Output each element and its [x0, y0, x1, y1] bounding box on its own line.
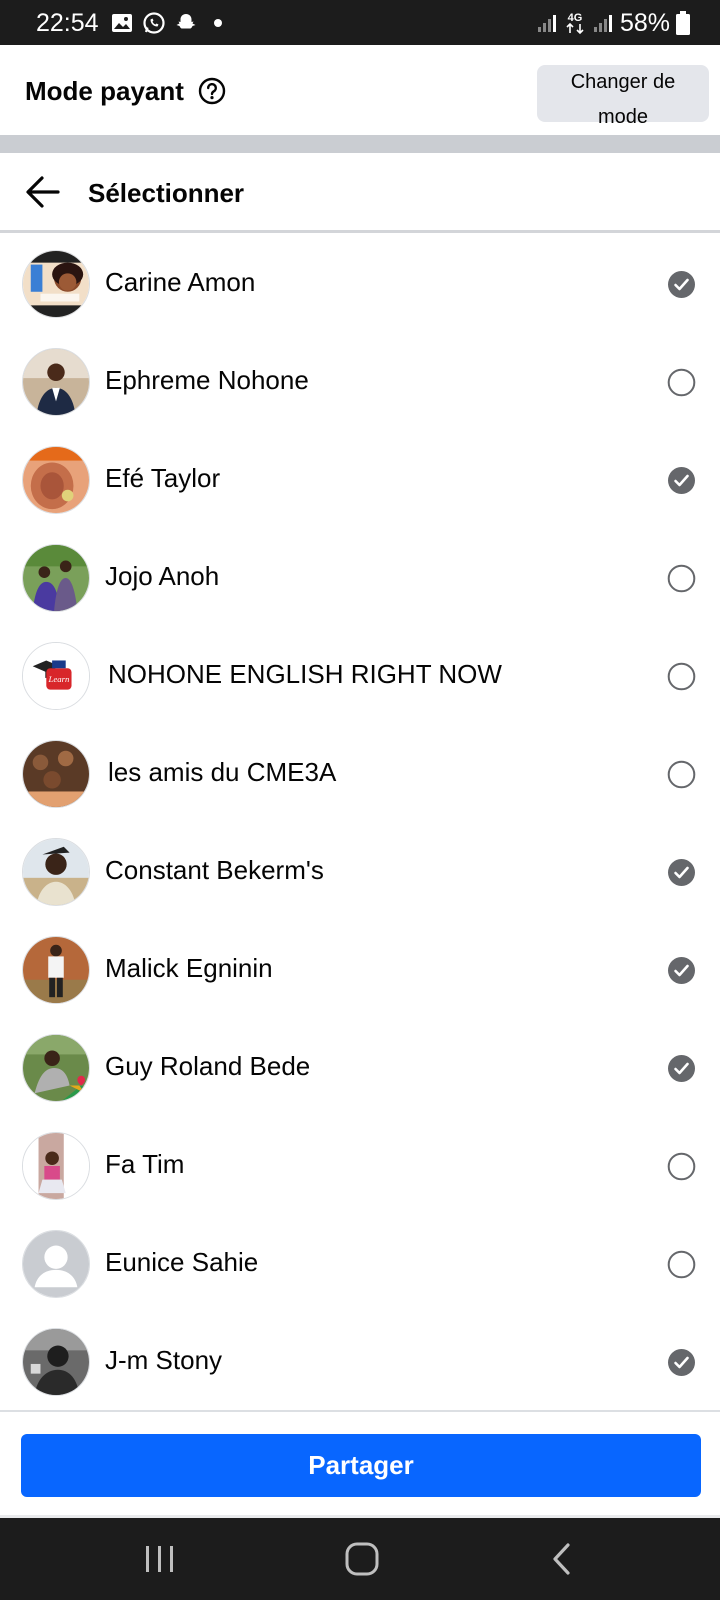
section-divider — [0, 135, 720, 153]
avatar — [22, 250, 90, 318]
unchecked-icon[interactable] — [667, 1152, 696, 1181]
list-item[interactable]: Learn NOHONE ENGLISH RIGHT NOW — [0, 628, 720, 726]
list-item[interactable]: les amis du CME3A — [0, 726, 720, 824]
avatar — [22, 1034, 90, 1102]
unchecked-icon[interactable] — [667, 564, 696, 593]
list-item[interactable]: Jojo Anoh — [0, 530, 720, 628]
checked-icon[interactable] — [667, 466, 696, 495]
checked-icon[interactable] — [667, 858, 696, 887]
navigation-bar — [0, 1518, 720, 1600]
friend-name: Guy Roland Bede — [105, 1051, 311, 1081]
signal-icon-2 — [593, 15, 612, 32]
friend-name: J-m Stony — [105, 1345, 223, 1375]
svg-text:4G: 4G — [568, 12, 583, 24]
network-4g-icon: 4G — [566, 12, 584, 35]
battery-percent: 58% — [619, 9, 670, 37]
help-icon[interactable] — [198, 77, 226, 105]
list-item[interactable]: J-m Stony — [0, 1314, 720, 1412]
back-arrow-icon[interactable] — [24, 174, 62, 210]
snapchat-icon — [176, 14, 196, 29]
friend-name: Fa Tim — [105, 1149, 185, 1179]
svg-text:Learn: Learn — [47, 674, 69, 684]
friend-name: les amis du CME3A — [108, 757, 337, 787]
recent-apps-icon[interactable] — [138, 1538, 182, 1580]
gallery-icon — [112, 14, 132, 32]
friend-name: Eunice Sahie — [105, 1247, 259, 1277]
footer: Partager — [0, 1410, 720, 1515]
status-right: 4G 58% — [536, 8, 690, 38]
avatar — [22, 838, 90, 906]
mode-title: Mode payant — [25, 76, 184, 106]
status-bar: 22:54 4G 58% — [0, 0, 720, 45]
checked-icon[interactable] — [667, 956, 696, 985]
friend-name: NOHONE ENGLISH RIGHT NOW — [108, 659, 502, 689]
avatar — [22, 544, 90, 612]
avatar — [22, 1328, 90, 1396]
list-item[interactable]: Malick Egninin — [0, 922, 720, 1020]
friend-name: Malick Egninin — [105, 953, 273, 983]
friend-name: Constant Bekerm's — [105, 855, 324, 885]
unchecked-icon[interactable] — [667, 662, 696, 691]
status-time: 22:54 — [36, 9, 99, 37]
change-mode-label-line1: Changer de — [570, 71, 676, 93]
avatar — [22, 1230, 90, 1298]
list-item[interactable]: Efé Taylor — [0, 432, 720, 530]
home-icon[interactable] — [340, 1538, 384, 1580]
list-item[interactable]: Carine Amon — [0, 236, 720, 334]
signal-icon — [537, 15, 556, 32]
whatsapp-icon — [143, 12, 165, 34]
list-item[interactable]: Eunice Sahie — [0, 1216, 720, 1314]
change-mode-label-line2: mode — [597, 106, 649, 128]
checked-icon[interactable] — [667, 1054, 696, 1083]
dot-icon — [214, 19, 222, 27]
avatar — [22, 740, 90, 808]
friend-name: Carine Amon — [105, 267, 256, 297]
avatar — [22, 348, 90, 416]
friend-name: Efé Taylor — [105, 463, 221, 493]
unchecked-icon[interactable] — [667, 1250, 696, 1279]
friend-name: Ephreme Nohone — [105, 365, 309, 395]
avatar — [22, 936, 90, 1004]
change-mode-button[interactable]: Changer de mode — [537, 65, 709, 128]
list-item[interactable]: Constant Bekerm's — [0, 824, 720, 922]
unchecked-icon[interactable] — [667, 368, 696, 397]
checked-icon[interactable] — [667, 1348, 696, 1377]
select-header: Sélectionner — [0, 153, 720, 233]
avatar — [22, 1132, 90, 1200]
friend-list: Carine Amon Ephreme Nohone Efé Taylor Jo… — [0, 236, 720, 1410]
notification-icons — [110, 10, 230, 36]
unchecked-icon[interactable] — [667, 760, 696, 789]
friend-name: Jojo Anoh — [105, 561, 220, 591]
select-title: Sélectionner — [88, 178, 245, 208]
back-icon[interactable] — [541, 1538, 585, 1580]
share-button[interactable]: Partager — [21, 1434, 701, 1497]
avatar — [22, 446, 90, 514]
avatar: Learn — [22, 642, 90, 710]
battery-icon — [676, 11, 690, 35]
list-item[interactable]: Guy Roland Bede — [0, 1020, 720, 1118]
list-item[interactable]: Ephreme Nohone — [0, 334, 720, 432]
checked-icon[interactable] — [667, 270, 696, 299]
list-item[interactable]: Fa Tim — [0, 1118, 720, 1216]
